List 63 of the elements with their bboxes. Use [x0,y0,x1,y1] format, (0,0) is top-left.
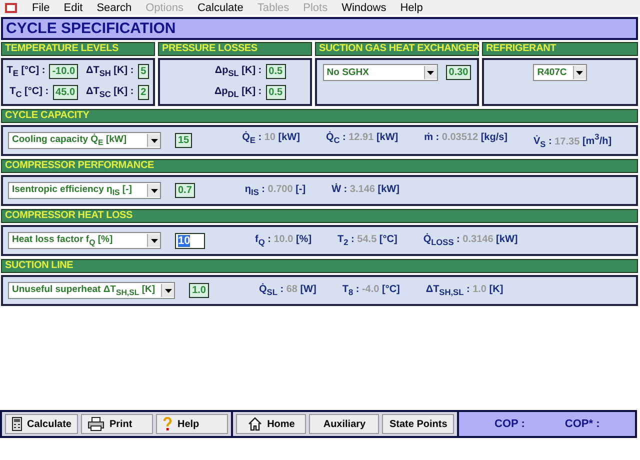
menu-item[interactable]: Windows [342,2,386,14]
value-field[interactable]: 0.5 [266,85,286,100]
section-header: CYCLE CAPACITY [1,109,638,123]
dropdown[interactable]: Cooling capacity Q̇$_{E}$ [kW] [8,132,161,149]
toolbar-button[interactable]: State Points [382,414,454,434]
toolbar-button[interactable]: Home [236,414,306,434]
value-field[interactable]: 0.5 [266,64,286,79]
input-field[interactable]: 1.0 [189,283,209,298]
field-label: Δp$_{DL}$ [K] : [214,86,262,99]
cop-label: COP : [494,418,525,430]
readout: Q̇$_{SL}$ : 68 [W] [258,284,316,297]
toolbar-button[interactable]: Print [81,414,154,434]
cop-label: COP* : [564,418,600,430]
readout: V̇$_{S}$ : 17.35 [m$^{3}$/h] [534,132,612,150]
dropdown[interactable]: Heat loss factor f$_{Q}$ [%] [8,232,161,249]
toolbar-button[interactable]: Auxiliary [309,414,380,434]
dropdown[interactable]: R407C [533,64,587,81]
input-field[interactable]: 10 [175,232,205,248]
menu-item[interactable]: Edit [64,2,83,14]
page-title: CYCLE SPECIFICATION [1,17,638,40]
section-header: PRESSURE LOSSES [158,42,312,56]
field-label: T$_{E}$ [°C] : [6,65,46,78]
section-header: SUCTION LINE [1,259,638,273]
field-label: ΔT$_{SH}$ [K] : [86,65,134,78]
menu-item[interactable]: Help [400,2,423,14]
readout: ṁ : 0.03512 [kg/s] [424,132,508,145]
readout: T$_{2}$ : 54.5 [°C] [338,234,398,247]
readout: η$_{IS}$ : 0.700 [-] [244,184,306,197]
readout: Q̇$_{C}$ : 12.91 [kW] [326,132,398,147]
value-field[interactable]: 45.0 [52,85,78,100]
printer-icon [88,417,104,431]
section-header: SUCTION GAS HEAT EXCHANGER [315,42,479,56]
field-label: ΔT$_{SC}$ [K] : [86,86,134,99]
section-header: COMPRESSOR HEAT LOSS [1,209,638,223]
value-field[interactable]: 5 [138,64,150,79]
section-header: COMPRESSOR PERFORMANCE [1,159,638,173]
home-icon [248,417,262,431]
toolbar-button[interactable]: Help [156,414,228,434]
section-header: TEMPERATURE LEVELS [1,42,155,56]
value-field[interactable]: 2 [138,85,150,100]
readout: f$_{Q}$ : 10.0 [%] [255,234,312,247]
readout: T$_{8}$ : -4.0 [°C] [342,284,400,297]
input-field[interactable]: 15 [175,133,192,148]
menu-item[interactable]: Calculate [197,2,244,14]
readout: Q̇$_{E}$ : 10 [kW] [242,132,300,147]
field-label: Δp$_{SL}$ [K] : [214,65,262,78]
menu-item[interactable]: Search [96,2,132,14]
dropdown[interactable]: Isentropic efficiency η$_{IS}$ [-] [8,182,161,199]
readout: Q̇$_{LOSS}$ : 0.3146 [kW] [423,234,518,247]
input-field[interactable]: 0.7 [175,183,195,198]
menu-item[interactable]: File [32,2,50,14]
field-label: T$_{C}$ [°C] : [10,86,49,99]
help-icon [163,417,172,431]
toolbar-button[interactable]: Calculate [5,414,78,434]
calculator-icon [12,417,22,431]
readout: ΔT$_{SH,SL}$ : 1.0 [K] [426,284,504,297]
dropdown[interactable]: No SGHX [322,64,438,81]
section-header: REFRIGERANT [482,42,638,56]
app-icon [4,2,18,14]
dropdown[interactable]: Unuseful superheat ΔT$_{SH,SL}$ [K] [8,282,176,299]
value-field[interactable]: 0.30 [446,65,472,80]
readout: Ẇ : 3.146 [kW] [332,184,400,197]
value-field[interactable]: -10.0 [49,64,78,79]
